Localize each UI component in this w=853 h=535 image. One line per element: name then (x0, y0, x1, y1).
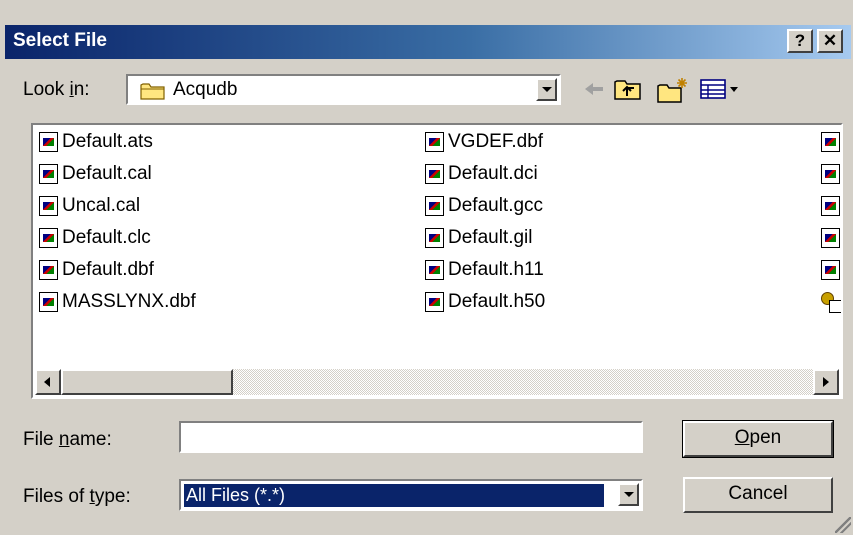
cancel-button[interactable]: Cancel (683, 477, 833, 513)
file-item[interactable]: D (821, 193, 841, 219)
file-icon (425, 196, 444, 216)
file-item[interactable]: Default.h50 (425, 289, 545, 315)
look-in-dropdown-button[interactable] (536, 78, 557, 101)
horizontal-scrollbar[interactable] (35, 369, 839, 395)
file-icon (425, 260, 444, 280)
file-icon (425, 228, 444, 248)
file-item[interactable]: Default.cal (39, 161, 152, 187)
file-item[interactable]: D (821, 129, 841, 155)
file-icon (821, 132, 840, 152)
file-icon (39, 132, 58, 152)
file-type-dropdown-button[interactable] (618, 483, 639, 506)
scroll-right-button[interactable] (813, 369, 839, 395)
close-button[interactable]: ✕ (817, 29, 843, 53)
file-item[interactable]: Default.dbf (39, 257, 154, 283)
file-item[interactable]: Uncal.cal (39, 193, 140, 219)
file-name: Default.gil (448, 227, 533, 248)
file-item[interactable]: MASSLYNX.dbf (39, 289, 196, 315)
file-name-input[interactable] (179, 421, 643, 453)
file-item[interactable]: Default.ats (39, 129, 153, 155)
new-folder-icon[interactable] (656, 77, 690, 105)
title-bar[interactable]: Select File ? ✕ (5, 25, 851, 59)
file-icon (425, 132, 444, 152)
file-type-combo[interactable]: All Files (*.*) (179, 479, 643, 511)
file-item[interactable]: Default.gcc (425, 193, 543, 219)
file-name: Default.h11 (448, 259, 544, 280)
file-icon (39, 196, 58, 216)
file-name: Default.gcc (448, 195, 544, 216)
help-button[interactable]: ? (787, 29, 813, 53)
back-arrow-icon[interactable] (581, 77, 607, 101)
file-item[interactable]: D (821, 161, 841, 187)
scroll-thumb[interactable] (61, 369, 233, 395)
file-item[interactable]: Default.gil (425, 225, 533, 251)
file-type-value: All Files (*.*) (183, 483, 605, 508)
file-item[interactable]: D (821, 225, 841, 251)
file-name: Uncal.cal (62, 195, 141, 216)
file-icon (821, 164, 840, 184)
up-folder-icon[interactable] (613, 77, 643, 103)
file-list[interactable]: Default.ats Default.cal Uncal.cal Default.c… (31, 123, 843, 399)
look-in-value: Acqudb (173, 79, 238, 100)
resize-grip[interactable] (835, 517, 851, 533)
file-name: Default.cal (62, 163, 152, 184)
folder-icon (140, 83, 165, 100)
file-item[interactable]: VGDEF.dbf (425, 129, 543, 155)
file-icon (425, 292, 444, 312)
file-type-label: Files of type: (23, 486, 131, 507)
file-name: Default.clc (62, 227, 151, 248)
look-in-combo[interactable]: Acqudb (126, 74, 561, 105)
file-name: MASSLYNX.dbf (62, 291, 196, 312)
file-icon (39, 228, 58, 248)
view-menu-icon[interactable] (699, 77, 743, 101)
look-in-label: Look in: (23, 79, 90, 100)
file-name-label: File name: (23, 429, 112, 450)
key-file-icon (821, 292, 841, 313)
file-name: Default.h50 (448, 291, 546, 312)
file-item[interactable]: L (821, 257, 841, 283)
file-icon (425, 164, 444, 184)
file-icon (39, 164, 58, 184)
scroll-left-button[interactable] (35, 369, 61, 395)
file-name: Default.dbf (62, 259, 154, 280)
file-icon (821, 228, 840, 248)
file-icon (821, 196, 840, 216)
file-icon (39, 260, 58, 280)
file-item[interactable]: Default.clc (39, 225, 151, 251)
file-item[interactable]: Default.h11 (425, 257, 544, 283)
dialog-title: Select File (13, 30, 107, 51)
file-icon (39, 292, 58, 312)
file-name: Default.ats (62, 131, 153, 152)
file-item[interactable]: D (821, 289, 841, 315)
file-icon (821, 260, 840, 280)
file-name: VGDEF.dbf (448, 131, 544, 152)
file-item[interactable]: Default.dci (425, 161, 538, 187)
file-name: Default.dci (448, 163, 538, 184)
select-file-dialog: Select File ? ✕ Look in: Acqudb Default.… (0, 0, 853, 535)
open-button[interactable]: Open (682, 420, 834, 458)
